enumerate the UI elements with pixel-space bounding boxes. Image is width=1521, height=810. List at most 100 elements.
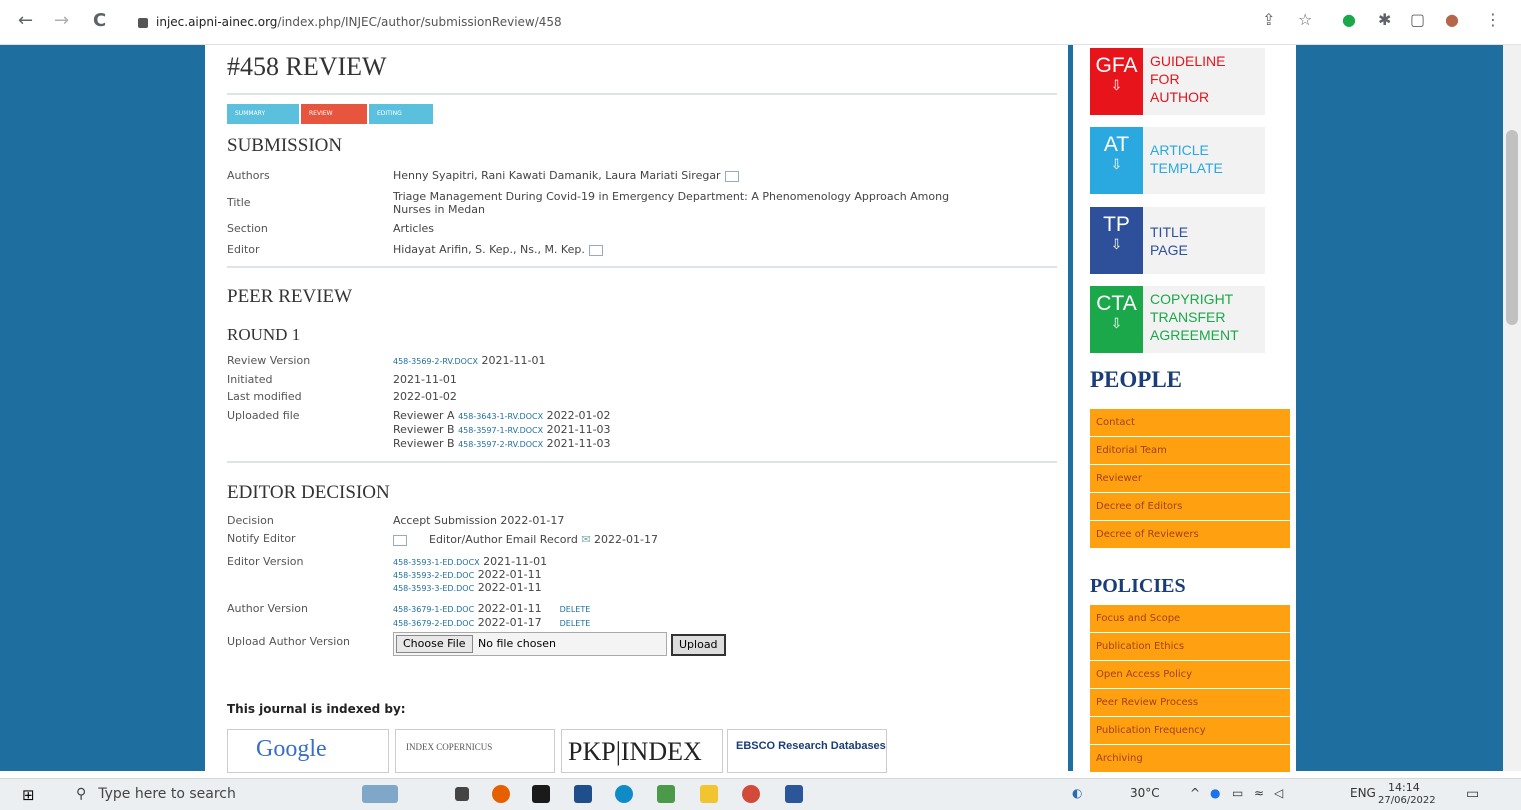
initiated-label: Initiated (227, 373, 273, 386)
menu-item-editorial-team[interactable]: Editorial Team (1090, 437, 1290, 465)
reload-icon[interactable]: C (93, 10, 106, 31)
menu-item-decree-reviewers[interactable]: Decree of Reviewers (1090, 521, 1290, 549)
sidepanel-icon[interactable]: ▢ (1410, 10, 1425, 29)
menu-item-open-access[interactable]: Open Access Policy (1090, 661, 1290, 689)
reviewer-file-link[interactable]: 458-3597-2-RV.DOCX (458, 440, 543, 449)
editor-version-link[interactable]: 458-3593-1-ED.DOCX (393, 558, 480, 567)
ebsco-logo-text: EBSCO Research Databases (736, 740, 886, 752)
word-icon[interactable] (785, 785, 803, 803)
notification-icon[interactable]: ▭ (1466, 786, 1479, 802)
review-version-link[interactable]: 458-3569-2-RV.DOCX (393, 357, 478, 366)
uploaded-file-label: Uploaded file (227, 409, 300, 422)
editor-version-link[interactable]: 458-3593-2-ED.DOC (393, 571, 474, 580)
title-value-line2: Nurses in Medan (393, 203, 485, 216)
menu-item-contact[interactable]: Contact (1090, 409, 1290, 437)
edge-icon[interactable] (615, 785, 633, 803)
extension-icon[interactable]: ● (1342, 10, 1356, 29)
ebsco-logo[interactable]: EBSCO Research Databases (727, 729, 887, 773)
taskbar-search[interactable]: ⚲ Type here to search (66, 782, 341, 807)
upload-button[interactable]: Upload (671, 634, 726, 656)
tab-summary[interactable]: Summary (227, 104, 299, 124)
tile-abbr: AT (1103, 133, 1130, 156)
clock-date[interactable]: 27/06/2022 (1378, 795, 1436, 806)
dropbox-tray-icon[interactable]: ● (1210, 786, 1220, 800)
battery-icon[interactable]: ▭ (1232, 786, 1243, 800)
language-indicator[interactable]: ENG (1350, 786, 1376, 800)
editor-version-row: 458-3593-2-ED.DOC 2022-01-11 (393, 568, 542, 581)
reviewer-name: Reviewer A (393, 409, 455, 422)
delete-link[interactable]: DELETE (560, 619, 591, 628)
scrollbar-thumb[interactable] (1506, 130, 1518, 325)
back-icon[interactable]: ← (18, 10, 33, 31)
guideline-download[interactable]: GFA ⇩ GUIDELINE FOR AUTHOR (1090, 48, 1265, 115)
pkp-index-logo[interactable]: PKP|INDEX (561, 729, 723, 773)
pkp-logo-text: PKP|INDEX (568, 737, 702, 766)
people-menu: Contact Editorial Team Reviewer Decree o… (1090, 409, 1290, 549)
editor-version-link[interactable]: 458-3593-3-ED.DOC (393, 584, 474, 593)
download-arrow-icon: ⇩ (1110, 316, 1123, 332)
extensions-puzzle-icon[interactable]: ✱ (1378, 10, 1391, 29)
store-icon[interactable] (574, 785, 592, 803)
title-page-download[interactable]: TP ⇩ TITLE PAGE (1090, 207, 1265, 274)
reviewer-file-link[interactable]: 458-3597-1-RV.DOCX (458, 426, 543, 435)
google-scholar-logo[interactable]: Google (227, 729, 389, 773)
menu-item-focus-scope[interactable]: Focus and Scope (1090, 605, 1290, 633)
email-icon[interactable] (724, 170, 739, 182)
page-scrollbar[interactable] (1503, 45, 1521, 771)
network-icon[interactable]: ≈ (1254, 786, 1264, 800)
volume-icon[interactable]: ◁ (1274, 786, 1283, 800)
menu-item-decree-editors[interactable]: Decree of Editors (1090, 493, 1290, 521)
menu-item-publication-frequency[interactable]: Publication Frequency (1090, 717, 1290, 745)
tab-editing[interactable]: Editing (369, 104, 433, 124)
notify-editor-label: Notify Editor (227, 532, 296, 545)
delete-link[interactable]: DELETE (560, 605, 591, 614)
dropbox-icon[interactable] (532, 785, 550, 803)
article-template-download[interactable]: AT ⇩ ARTICLE TEMPLATE (1090, 127, 1265, 194)
authors-text: Henny Syapitri, Rani Kawati Damanik, Lau… (393, 169, 721, 182)
tab-review[interactable]: Review (301, 104, 367, 124)
reviewer-file-link[interactable]: 458-3643-1-RV.DOCX (458, 412, 543, 421)
index-copernicus-logo[interactable]: INDEX COPERNICUS (395, 729, 555, 773)
share-icon[interactable]: ⇪ (1262, 10, 1275, 29)
clock-time[interactable]: 14:14 (1388, 781, 1420, 794)
menu-item-reviewer[interactable]: Reviewer (1090, 465, 1290, 493)
label-line: TITLE (1150, 224, 1189, 240)
firefox-icon[interactable] (492, 785, 510, 803)
search-placeholder: Type here to search (98, 786, 236, 802)
tray-chevron-icon[interactable]: ^ (1190, 786, 1200, 800)
email-record-text: Editor/Author Email Record (429, 533, 578, 546)
photos-icon[interactable] (657, 785, 675, 803)
file-input[interactable]: Choose File No file chosen (393, 632, 667, 656)
choose-file-button[interactable]: Choose File (396, 635, 473, 653)
copyright-agreement-download[interactable]: CTA ⇩ COPYRIGHT TRANSFER AGREEMENT (1090, 286, 1265, 353)
upload-author-version-label: Upload Author Version (227, 635, 351, 648)
copernicus-logo-text: INDEX COPERNICUS (406, 742, 493, 752)
search-highlight-icon[interactable] (362, 785, 398, 803)
label-line: TRANSFER (1150, 309, 1226, 325)
email-icon[interactable] (588, 244, 603, 256)
author-version-link[interactable]: 458-3679-2-ED.DOC (393, 619, 474, 628)
menu-item-peer-review-process[interactable]: Peer Review Process (1090, 689, 1290, 717)
notify-editor-value: Editor/Author Email Record ✉ 2022-01-17 (393, 533, 658, 546)
review-version-label: Review Version (227, 354, 311, 367)
email-icon[interactable] (393, 534, 407, 546)
weather-icon[interactable]: ◐ (1072, 786, 1082, 800)
download-label: ARTICLE TEMPLATE (1150, 141, 1223, 177)
section-value: Articles (393, 222, 435, 235)
label-line: GUIDELINE (1150, 53, 1226, 69)
menu-item-publication-ethics[interactable]: Publication Ethics (1090, 633, 1290, 661)
profile-avatar-icon[interactable]: ● (1445, 10, 1459, 29)
task-view-icon[interactable] (455, 787, 469, 801)
browser-toolbar: ← → C injec.aipni-ainec.org/index.php/IN… (0, 0, 1521, 45)
file-explorer-icon[interactable] (700, 785, 718, 803)
menu-kebab-icon[interactable]: ⋮ (1485, 10, 1501, 29)
chrome-icon[interactable] (742, 785, 760, 803)
weather-temp[interactable]: 30°C (1130, 786, 1160, 800)
windows-start-icon[interactable]: ⊞ (22, 786, 35, 804)
address-bar[interactable]: injec.aipni-ainec.org/index.php/INJEC/au… (130, 8, 1250, 36)
bookmark-star-icon[interactable]: ☆ (1298, 10, 1312, 29)
menu-item-archiving[interactable]: Archiving (1090, 745, 1290, 773)
forward-icon[interactable]: → (54, 10, 69, 31)
author-version-link[interactable]: 458-3679-1-ED.DOC (393, 605, 474, 614)
editor-label: Editor (227, 243, 260, 256)
